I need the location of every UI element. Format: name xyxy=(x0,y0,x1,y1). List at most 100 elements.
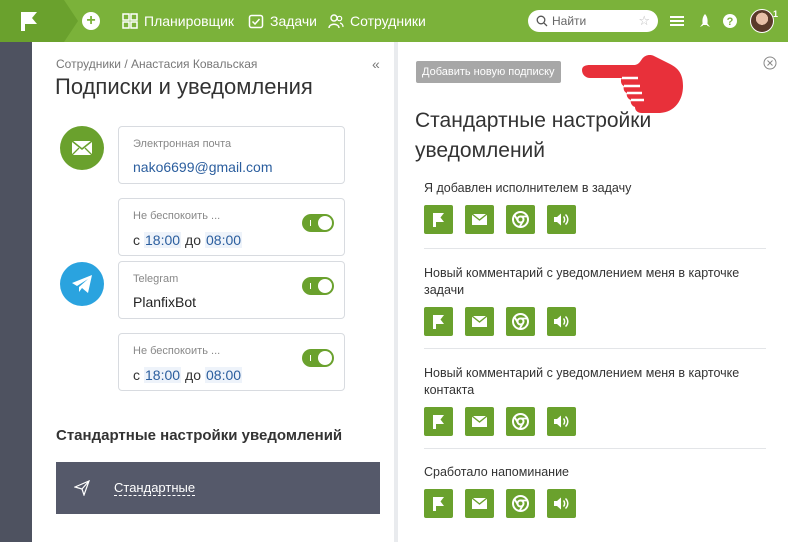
dnd-from-time[interactable]: 18:00 xyxy=(144,232,182,248)
notification-text: Сработало напоминание xyxy=(424,465,570,479)
rocket-icon[interactable] xyxy=(697,13,713,29)
notification-item: Сработало напоминание xyxy=(424,464,766,518)
section-title: Стандартные настройки уведомлений xyxy=(56,427,343,444)
send-icon xyxy=(74,480,90,496)
notification-text: Новый комментарий с уведомлением меня в … xyxy=(424,366,740,397)
dnd-toggle[interactable] xyxy=(302,349,334,367)
planfix-channel-button[interactable] xyxy=(424,489,453,518)
divider xyxy=(424,248,766,249)
from-word: с xyxy=(133,232,140,248)
planfix-channel-button[interactable] xyxy=(424,205,453,234)
browser-channel-button[interactable] xyxy=(506,489,535,518)
flag-icon xyxy=(433,213,444,227)
envelope-icon xyxy=(471,213,488,225)
menu-icon[interactable] xyxy=(669,13,685,29)
planfix-channel-button[interactable] xyxy=(424,407,453,436)
close-icon[interactable] xyxy=(763,56,777,70)
breadcrumb[interactable]: Сотрудники / Анастасия Ковальская xyxy=(56,57,257,71)
logo[interactable] xyxy=(0,0,64,42)
envelope-icon xyxy=(471,415,488,427)
dnd-label: Не беспокоить ... xyxy=(133,210,221,222)
nav-planner-label: Планировщик xyxy=(144,13,235,29)
standard-settings-panel: Добавить новую подписку Стандартные наст… xyxy=(398,42,788,542)
chrome-icon xyxy=(512,495,529,512)
top-bar: + Планировщик Задачи Сотрудники ☆ ? 1 xyxy=(0,0,788,42)
standard-settings-label: Стандартные xyxy=(114,480,196,496)
side-strip xyxy=(0,42,32,542)
telegram-icon xyxy=(72,275,92,293)
tasks-icon xyxy=(248,14,264,29)
telegram-label: Telegram xyxy=(133,273,179,285)
telegram-toggle[interactable] xyxy=(302,277,334,295)
dnd-time-range[interactable]: с 18:00 до 08:00 xyxy=(133,232,243,248)
sound-icon xyxy=(554,315,569,328)
to-word: до xyxy=(185,367,202,383)
help-icon[interactable]: ? xyxy=(722,13,738,29)
planfix-logo-icon xyxy=(21,12,37,31)
email-card[interactable]: Электронная почта nako6699@gmail.com xyxy=(118,126,345,184)
collapse-icon[interactable]: « xyxy=(372,56,380,72)
to-word: до xyxy=(185,232,202,248)
email-channel-icon xyxy=(60,126,104,170)
dnd-toggle[interactable] xyxy=(302,214,334,232)
subscriptions-panel: Сотрудники / Анастасия Ковальская « Подп… xyxy=(32,42,394,542)
notification-item: Новый комментарий с уведомлением меня в … xyxy=(424,265,766,336)
chrome-icon xyxy=(512,413,529,430)
sound-icon xyxy=(554,497,569,510)
notification-text: Я добавлен исполнителем в задачу xyxy=(424,181,632,195)
add-icon[interactable]: + xyxy=(82,12,100,30)
dnd-label: Не беспокоить ... xyxy=(133,345,221,357)
chrome-icon xyxy=(512,313,529,330)
planner-icon xyxy=(122,13,138,29)
flag-icon xyxy=(433,497,444,511)
add-subscription-button[interactable]: Добавить новую подписку xyxy=(416,61,561,83)
svg-text:?: ? xyxy=(727,16,734,28)
star-icon[interactable]: ☆ xyxy=(638,13,650,29)
standard-settings-item[interactable]: Стандартные xyxy=(56,462,380,514)
email-channel-button[interactable] xyxy=(465,407,494,436)
dnd-to-time[interactable]: 08:00 xyxy=(205,232,243,248)
email-channel-button[interactable] xyxy=(465,307,494,336)
browser-channel-button[interactable] xyxy=(506,407,535,436)
logo-arrow xyxy=(64,0,78,42)
flag-icon xyxy=(433,415,444,429)
notification-text: Новый комментарий с уведомлением меня в … xyxy=(424,266,740,297)
browser-channel-button[interactable] xyxy=(506,205,535,234)
from-word: с xyxy=(133,367,140,383)
dnd-to-time[interactable]: 08:00 xyxy=(205,367,243,383)
telegram-card[interactable]: Telegram PlanfixBot xyxy=(118,261,345,319)
sound-icon xyxy=(554,213,569,226)
envelope-icon xyxy=(471,497,488,509)
envelope-icon xyxy=(71,140,93,156)
email-value: nako6699@gmail.com xyxy=(133,159,273,175)
nav-employees-label: Сотрудники xyxy=(350,13,426,29)
divider xyxy=(424,348,766,349)
nav-tasks-label: Задачи xyxy=(270,13,318,29)
dnd-time-range[interactable]: с 18:00 до 08:00 xyxy=(133,367,243,383)
dnd-card-telegram[interactable]: Не беспокоить ... с 18:00 до 08:00 xyxy=(118,333,345,391)
notification-item: Новый комментарий с уведомлением меня в … xyxy=(424,365,766,436)
browser-channel-button[interactable] xyxy=(506,307,535,336)
dnd-card-email[interactable]: Не беспокоить ... с 18:00 до 08:00 xyxy=(118,198,345,256)
settings-title: Стандартные настройки уведомлений xyxy=(415,109,652,162)
sound-channel-button[interactable] xyxy=(547,407,576,436)
notification-badge: 1 xyxy=(773,9,779,19)
sound-channel-button[interactable] xyxy=(547,489,576,518)
sound-channel-button[interactable] xyxy=(547,205,576,234)
search-icon xyxy=(536,15,548,27)
email-label: Электронная почта xyxy=(133,138,232,150)
user-avatar[interactable] xyxy=(750,9,774,33)
planfix-channel-button[interactable] xyxy=(424,307,453,336)
notification-item: Я добавлен исполнителем в задачу xyxy=(424,180,766,234)
dnd-from-time[interactable]: 18:00 xyxy=(144,367,182,383)
sound-channel-button[interactable] xyxy=(547,307,576,336)
nav-employees[interactable]: Сотрудники xyxy=(328,12,426,30)
email-channel-button[interactable] xyxy=(465,205,494,234)
search-input[interactable] xyxy=(552,14,632,28)
email-channel-button[interactable] xyxy=(465,489,494,518)
nav-planner[interactable]: Планировщик xyxy=(122,12,234,30)
telegram-value: PlanfixBot xyxy=(133,294,197,310)
nav-tasks[interactable]: Задачи xyxy=(248,12,317,30)
search-box[interactable]: ☆ xyxy=(528,10,658,32)
page-title: Подписки и уведомления xyxy=(55,74,313,99)
